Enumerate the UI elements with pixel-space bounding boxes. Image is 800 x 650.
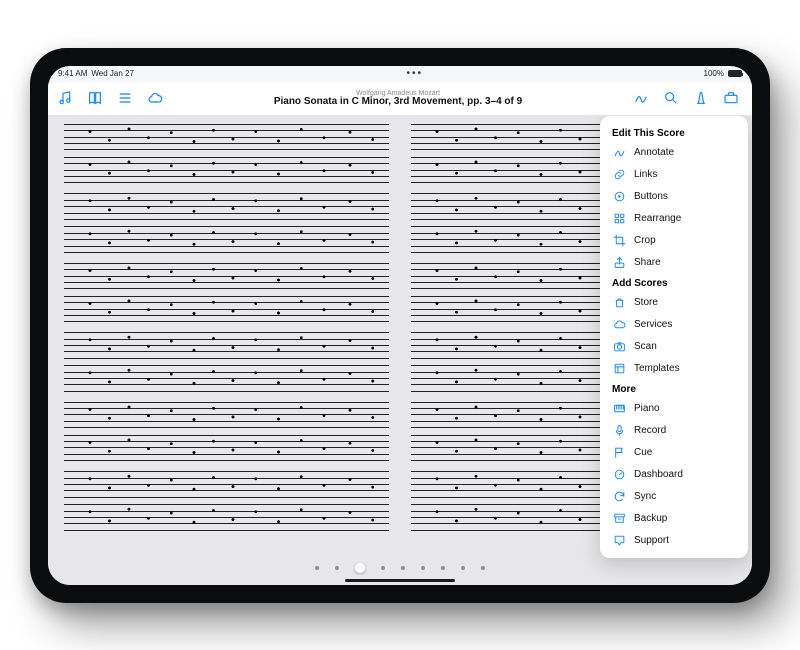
mic-icon	[612, 424, 626, 438]
more-item-record[interactable]: Record	[600, 420, 748, 442]
music-system	[64, 330, 389, 393]
page-dot[interactable]	[421, 566, 425, 570]
chat-icon	[612, 534, 626, 548]
piano-icon	[612, 402, 626, 416]
section-more-title: More	[600, 380, 748, 398]
title-area[interactable]: Wolfgang Amadeus Mozart Piano Sonata in …	[176, 90, 620, 107]
page-dot[interactable]	[355, 563, 365, 573]
edit-item-rearrange[interactable]: Rearrange	[600, 208, 748, 230]
music-system	[64, 399, 389, 462]
page-dot[interactable]	[315, 566, 319, 570]
content-area: Edit This Score Annotate Links Buttons Rear…	[48, 116, 752, 585]
sync-icon	[612, 490, 626, 504]
ipad-frame: 9:41 AM Wed Jan 27 ••• 100%	[30, 48, 770, 603]
more-item-piano-label: Piano	[634, 403, 660, 414]
more-item-backup[interactable]: Backup	[600, 508, 748, 530]
cloud-icon[interactable]	[146, 89, 164, 107]
battery-icon	[728, 70, 742, 77]
more-item-dashboard[interactable]: Dashboard	[600, 464, 748, 486]
edit-item-annotate[interactable]: Annotate	[600, 142, 748, 164]
music-system	[64, 469, 389, 532]
metronome-icon[interactable]	[692, 89, 710, 107]
edit-item-buttons[interactable]: Buttons	[600, 186, 748, 208]
music-system	[64, 260, 389, 323]
more-item-cue-label: Cue	[634, 447, 652, 458]
add-item-templates[interactable]: Templates	[600, 358, 748, 380]
add-item-scan-label: Scan	[634, 341, 657, 352]
page-dot[interactable]	[461, 566, 465, 570]
page-dot[interactable]	[335, 566, 339, 570]
more-item-support[interactable]: Support	[600, 530, 748, 552]
home-indicator[interactable]	[345, 579, 455, 582]
page-dot[interactable]	[401, 566, 405, 570]
link-icon	[612, 168, 626, 182]
page-dot[interactable]	[481, 566, 485, 570]
add-item-store[interactable]: Store	[600, 292, 748, 314]
camera-icon	[612, 340, 626, 354]
more-item-record-label: Record	[634, 425, 666, 436]
multitask-dots[interactable]: •••	[134, 68, 696, 79]
more-item-backup-label: Backup	[634, 513, 667, 524]
now-playing-icon[interactable]	[56, 89, 74, 107]
add-item-services[interactable]: Services	[600, 314, 748, 336]
add-item-services-label: Services	[634, 319, 672, 330]
page-dot[interactable]	[441, 566, 445, 570]
edit-item-share[interactable]: Share	[600, 252, 748, 274]
pencil-icon	[612, 146, 626, 160]
score-page-left[interactable]	[58, 122, 395, 545]
more-item-piano[interactable]: Piano	[600, 398, 748, 420]
page-indicator[interactable]	[48, 563, 752, 573]
templates-icon	[612, 362, 626, 376]
toolbox-icon[interactable]	[722, 89, 740, 107]
edit-item-rearrange-label: Rearrange	[634, 213, 681, 224]
page-dot[interactable]	[381, 566, 385, 570]
bag-icon	[612, 296, 626, 310]
archive-icon	[612, 512, 626, 526]
circle-play-icon	[612, 190, 626, 204]
music-system	[64, 191, 389, 254]
setlist-icon[interactable]	[116, 89, 134, 107]
edit-item-annotate-label: Annotate	[634, 147, 674, 158]
status-bar: 9:41 AM Wed Jan 27 ••• 100%	[48, 66, 752, 82]
more-item-sync-label: Sync	[634, 491, 656, 502]
grid-icon	[612, 212, 626, 226]
score-title: Piano Sonata in C Minor, 3rd Movement, p…	[274, 97, 522, 107]
annotate-icon[interactable]	[632, 89, 650, 107]
music-system	[64, 122, 389, 185]
share-icon	[612, 256, 626, 270]
add-item-templates-label: Templates	[634, 363, 680, 374]
edit-item-crop-label: Crop	[634, 235, 656, 246]
crop-icon	[612, 234, 626, 248]
more-item-support-label: Support	[634, 535, 669, 546]
more-item-cue[interactable]: Cue	[600, 442, 748, 464]
status-date: Wed Jan 27	[91, 69, 134, 78]
edit-item-links[interactable]: Links	[600, 164, 748, 186]
battery-percent: 100%	[704, 69, 724, 78]
edit-item-buttons-label: Buttons	[634, 191, 668, 202]
edit-item-share-label: Share	[634, 257, 661, 268]
tools-popover: Edit This Score Annotate Links Buttons Rear…	[600, 116, 748, 558]
gauge-icon	[612, 468, 626, 482]
app-toolbar: Wolfgang Amadeus Mozart Piano Sonata in …	[48, 82, 752, 116]
more-item-dashboard-label: Dashboard	[634, 469, 683, 480]
add-item-store-label: Store	[634, 297, 658, 308]
cloud-icon	[612, 318, 626, 332]
section-add-title: Add Scores	[600, 274, 748, 292]
edit-item-links-label: Links	[634, 169, 657, 180]
bookmarks-icon[interactable]	[86, 89, 104, 107]
flag-icon	[612, 446, 626, 460]
screen: 9:41 AM Wed Jan 27 ••• 100%	[48, 66, 752, 585]
add-item-scan[interactable]: Scan	[600, 336, 748, 358]
edit-item-crop[interactable]: Crop	[600, 230, 748, 252]
status-time: 9:41 AM	[58, 69, 87, 78]
more-item-sync[interactable]: Sync	[600, 486, 748, 508]
search-icon[interactable]	[662, 89, 680, 107]
section-edit-title: Edit This Score	[600, 124, 748, 142]
